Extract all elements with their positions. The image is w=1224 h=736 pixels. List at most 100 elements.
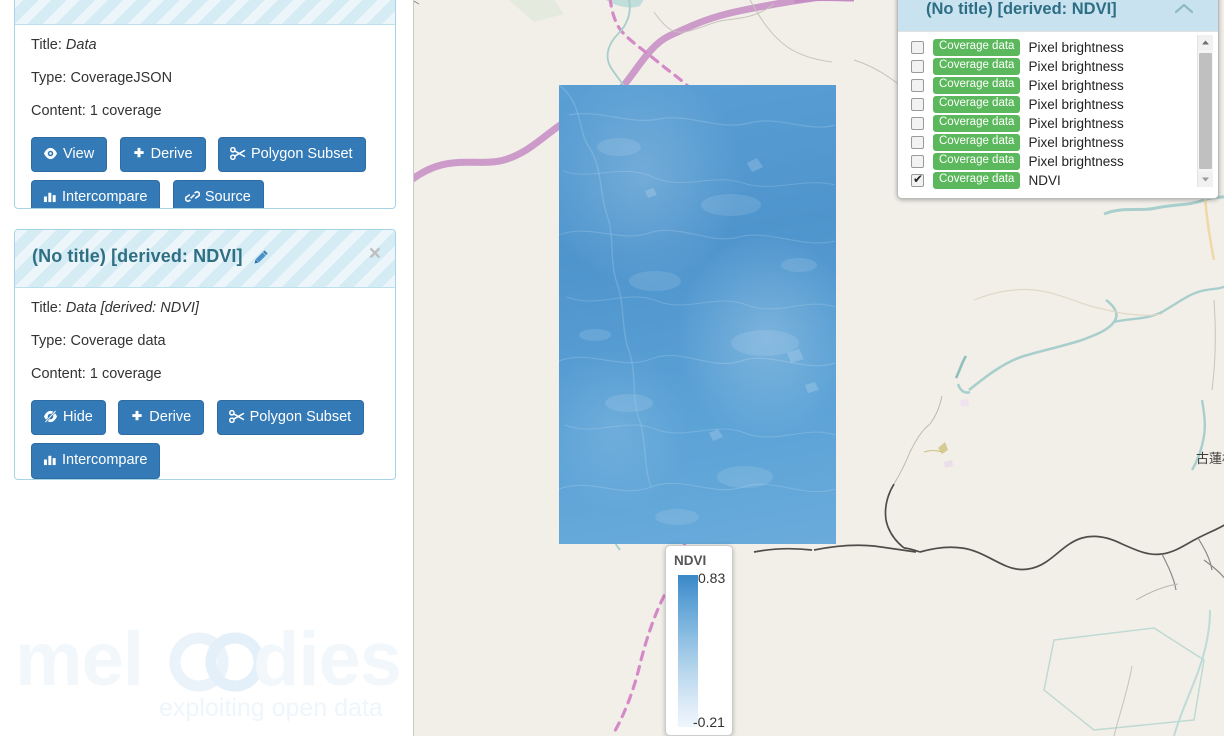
layer-type-badge: Coverage data (933, 96, 1020, 113)
layer-visibility-checkbox[interactable] (911, 98, 924, 111)
derive-button-label: Derive (151, 146, 193, 162)
melodies-watermark: mel dies exploiting open data (7, 613, 407, 728)
type-label: Type: (31, 70, 66, 86)
layer-visibility-checkbox[interactable] (911, 117, 924, 130)
layer-visibility-checkbox[interactable] (911, 155, 924, 168)
layer-list[interactable]: Coverage data Pixel brightness Coverage da… (898, 32, 1218, 198)
logo-tagline: exploiting open data (159, 694, 383, 722)
layer-visibility-checkbox[interactable] (911, 41, 924, 54)
content-row: Content: 1 coverage (31, 104, 379, 120)
title-label-ndvi: Title: (31, 300, 62, 316)
logo-wordmark-right: dies (253, 617, 401, 702)
panel-actions-row-1: View Derive Polygon Subset (31, 137, 379, 173)
layer-list-scrollbar[interactable] (1197, 35, 1213, 187)
intercompare-button[interactable]: Intercompare (31, 180, 160, 209)
layer-name-label: Pixel brightness (1028, 78, 1123, 93)
layer-name-label: Pixel brightness (1028, 154, 1123, 169)
caret-down-icon[interactable] (1198, 172, 1213, 187)
content-label: Content: (31, 103, 86, 119)
close-icon[interactable]: × (369, 243, 381, 264)
view-button-label: View (63, 146, 94, 162)
chevron-up-icon[interactable] (1174, 2, 1194, 20)
hide-button[interactable]: Hide (31, 400, 106, 436)
link-icon (185, 190, 200, 203)
layer-row[interactable]: Coverage dataNDVI (898, 171, 1218, 190)
map-canvas[interactable]: 古蓮村 (414, 0, 1224, 736)
layer-name-label: Pixel brightness (1028, 97, 1123, 112)
layer-visibility-checkbox[interactable] (911, 136, 924, 149)
caret-up-icon[interactable] (1198, 35, 1213, 50)
map-label-village: 古蓮村 (1196, 448, 1224, 467)
layer-type-badge: Coverage data (933, 39, 1020, 56)
layer-control-header[interactable]: (No title) [derived: NDVI] (898, 0, 1218, 32)
panel-body: Title: Data Type: CoverageJSON Content: … (15, 25, 395, 209)
bar-chart-icon (43, 190, 57, 203)
source-button[interactable]: Source (173, 180, 264, 209)
panel-title-ndvi: (No title) [derived: NDVI] (32, 246, 269, 269)
bar-chart-icon (43, 453, 57, 466)
polygon-subset-button-ndvi-label: Polygon Subset (250, 409, 352, 425)
layer-control-title: (No title) [derived: NDVI] (926, 0, 1117, 19)
type-label-ndvi: Type: (31, 333, 66, 349)
content-row-ndvi: Content: 1 coverage (31, 367, 379, 383)
legend-max-value: 0.83 (698, 570, 725, 586)
plus-icon (130, 410, 144, 423)
content-value: 1 coverage (90, 103, 162, 119)
content-label-ndvi: Content: (31, 366, 86, 382)
layer-row[interactable]: Coverage data Pixel brightness (898, 38, 1218, 57)
pencil-icon[interactable] (254, 248, 269, 269)
eye-icon (43, 147, 58, 160)
layer-type-badge: Coverage data (933, 134, 1020, 151)
polygon-subset-button-ndvi[interactable]: Polygon Subset (217, 400, 365, 436)
layer-row[interactable]: Coverage data Pixel brightness (898, 57, 1218, 76)
panel-actions-row-1-ndvi: Hide Derive Polygon Subset (31, 400, 379, 436)
derive-button-ndvi[interactable]: Derive (118, 400, 204, 436)
layer-type-badge: Coverage data (933, 153, 1020, 170)
polygon-subset-button[interactable]: Polygon Subset (218, 137, 366, 173)
intercompare-button-ndvi[interactable]: Intercompare (31, 443, 160, 479)
melodies-logo: mel dies exploiting open data (7, 613, 407, 723)
derive-button[interactable]: Derive (120, 137, 206, 173)
view-button[interactable]: View (31, 137, 107, 173)
type-row: Type: CoverageJSON (31, 71, 379, 87)
layer-row[interactable]: Coverage data Pixel brightness (898, 95, 1218, 114)
scrollbar-thumb[interactable] (1199, 53, 1212, 169)
layer-name-label: Pixel brightness (1028, 40, 1123, 55)
hide-button-label: Hide (63, 409, 93, 425)
layer-row[interactable]: Coverage data Pixel brightness (898, 76, 1218, 95)
dataset-panel-data: Title: Data Type: CoverageJSON Content: … (14, 0, 396, 209)
raster-texture (559, 85, 836, 544)
title-label: Title: (31, 37, 62, 53)
logo-wordmark-left: mel (15, 617, 143, 702)
layer-name-label: NDVI (1028, 173, 1060, 188)
layer-visibility-checkbox[interactable] (911, 174, 924, 187)
title-row: Title: Data (31, 38, 379, 54)
layer-row[interactable]: Coverage data Pixel brightness (898, 152, 1218, 171)
ndvi-legend: NDVI 0.83 -0.21 (665, 545, 733, 736)
panel-actions-row-2-ndvi: Intercompare (31, 443, 379, 479)
plus-icon (132, 147, 146, 160)
panel-header-ndvi: (No title) [derived: NDVI] × (15, 230, 395, 288)
layer-visibility-checkbox[interactable] (911, 79, 924, 92)
scissors-icon (229, 410, 245, 423)
panel-title-text: (No title) [derived: NDVI] (32, 246, 243, 266)
layer-control-panel[interactable]: (No title) [derived: NDVI] Coverage data… (897, 0, 1219, 199)
legend-title: NDVI (674, 553, 706, 568)
content-value-ndvi: 1 coverage (90, 366, 162, 382)
layer-name-label: Pixel brightness (1028, 116, 1123, 131)
logo-infinity-icon (175, 638, 259, 686)
layer-row[interactable]: Coverage data Pixel brightness (898, 114, 1218, 133)
layer-type-badge: Coverage data (933, 115, 1020, 132)
ndvi-raster-overlay[interactable] (559, 85, 836, 544)
layer-type-badge: Coverage data (933, 77, 1020, 94)
panel-actions-row-2: Intercompare Source (31, 180, 379, 209)
polygon-subset-button-label: Polygon Subset (251, 146, 353, 162)
layer-row[interactable]: Coverage dataPixel brightness (898, 133, 1218, 152)
layer-name-label: Pixel brightness (1028, 59, 1123, 74)
legend-min-value: -0.21 (693, 714, 725, 730)
type-value-ndvi: Coverage data (71, 333, 166, 349)
legend-color-ramp (678, 575, 698, 727)
layer-visibility-checkbox[interactable] (911, 60, 924, 73)
source-button-label: Source (205, 189, 251, 205)
layer-type-badge: Coverage data (933, 58, 1020, 75)
